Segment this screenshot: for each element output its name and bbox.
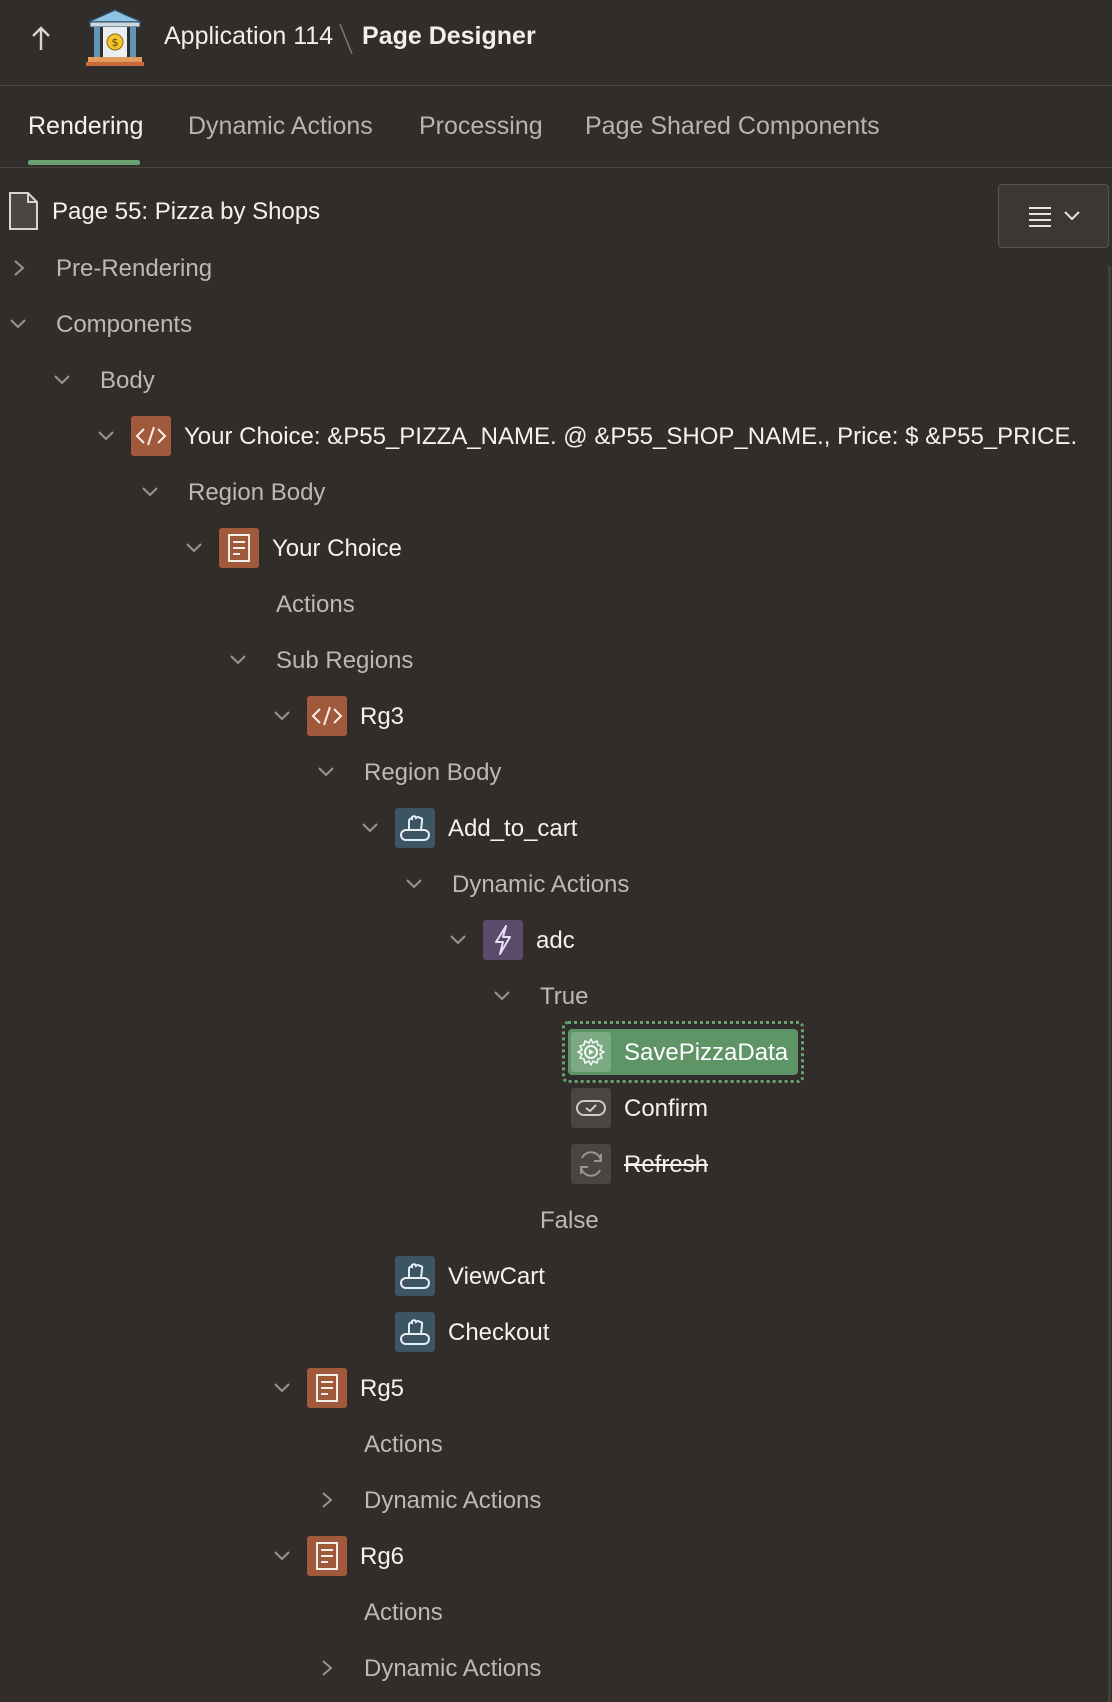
tree-node-sub-regions[interactable]: Sub Regions [276,647,413,675]
tree-node-adc[interactable]: adc [536,927,575,955]
chevron-right-icon[interactable] [4,253,34,283]
chevron-down-icon[interactable] [487,981,517,1011]
chevron-down-icon[interactable] [311,757,341,787]
chevron-down-icon[interactable] [179,533,209,563]
tree-node-page[interactable]: Page 55: Pizza by Shops [52,198,320,226]
tree-node-dynamic-actions[interactable]: Dynamic Actions [452,871,629,899]
chevron-down-icon[interactable] [443,925,473,955]
chevron-down-icon[interactable] [223,645,253,675]
header-bar: $ Application 114 Page Designer [0,0,1112,86]
bank-logo-icon: $ [84,8,146,68]
button-icon [395,808,435,848]
confirm-icon [571,1088,611,1128]
tree-node-main-region[interactable]: Your Choice: &P55_PIZZA_NAME. @ &P55_SHO… [184,423,1077,451]
up-arrow-icon[interactable] [22,20,60,58]
active-tab-indicator [28,160,140,165]
lightning-icon [483,920,523,960]
app-title[interactable]: Application 114 [164,22,333,51]
tree-node-rg5[interactable]: Rg5 [360,1375,404,1403]
svg-text:$: $ [112,36,119,49]
tree-node-confirm[interactable]: Confirm [624,1095,708,1123]
tree-node-rg6[interactable]: Rg6 [360,1543,404,1571]
tree-node-actions[interactable]: Actions [364,1599,443,1627]
page-icon [3,191,43,231]
tree-node-pre-rendering[interactable]: Pre-Rendering [56,255,212,283]
menu-icon [1028,207,1051,227]
chevron-down-icon[interactable] [399,869,429,899]
tree-node-false[interactable]: False [540,1207,599,1235]
button-icon [395,1256,435,1296]
tree-node-actions[interactable]: Actions [364,1431,443,1459]
tree-node-rg3[interactable]: Rg3 [360,703,404,731]
tree-node-region-body[interactable]: Region Body [188,479,325,507]
static-region-icon [219,528,259,568]
scrollbar-track[interactable] [1108,266,1111,1702]
chevron-right-icon[interactable] [312,1485,342,1515]
tree-node-add-to-cart[interactable]: Add_to_cart [448,815,577,843]
code-region-icon [307,696,347,736]
tab-processing[interactable]: Processing [419,112,543,141]
chevron-down-icon[interactable] [267,1373,297,1403]
tree-node-dynamic-actions[interactable]: Dynamic Actions [364,1655,541,1683]
breadcrumb-separator [339,23,353,55]
static-region-icon [307,1536,347,1576]
page-title: Page Designer [362,22,536,50]
refresh-icon [571,1144,611,1184]
code-region-icon [131,416,171,456]
tab-bar: Rendering Dynamic Actions Processing Pag… [0,86,1112,168]
chevron-down-icon [1063,211,1080,221]
chevron-right-icon[interactable] [312,1653,342,1683]
tab-rendering[interactable]: Rendering [28,112,143,141]
chevron-down-icon[interactable] [267,701,297,731]
chevron-down-icon[interactable] [267,1541,297,1571]
tree-node-true[interactable]: True [540,983,588,1011]
chevron-down-icon[interactable] [355,813,385,843]
gear-icon [571,1032,611,1072]
tree-menu-button[interactable] [998,184,1109,248]
tree-node-view-cart[interactable]: ViewCart [448,1263,545,1291]
chevron-down-icon[interactable] [135,477,165,507]
static-region-icon [307,1368,347,1408]
tree-node-refresh[interactable]: Refresh [624,1151,708,1179]
tree-node-actions[interactable]: Actions [276,591,355,619]
tree-node-save-pizza-data[interactable]: SavePizzaData [624,1039,788,1067]
tab-page-shared-components[interactable]: Page Shared Components [585,112,880,141]
tree-node-components[interactable]: Components [56,311,192,339]
tab-dynamic-actions[interactable]: Dynamic Actions [188,112,373,141]
chevron-down-icon[interactable] [47,365,77,395]
tree-node-dynamic-actions[interactable]: Dynamic Actions [364,1487,541,1515]
button-icon [395,1312,435,1352]
tree-node-your-choice[interactable]: Your Choice [272,535,402,563]
tree-node-region-body[interactable]: Region Body [364,759,501,787]
tree-node-body[interactable]: Body [100,367,155,395]
chevron-down-icon[interactable] [91,421,121,451]
chevron-down-icon[interactable] [3,309,33,339]
tree-node-checkout[interactable]: Checkout [448,1319,549,1347]
